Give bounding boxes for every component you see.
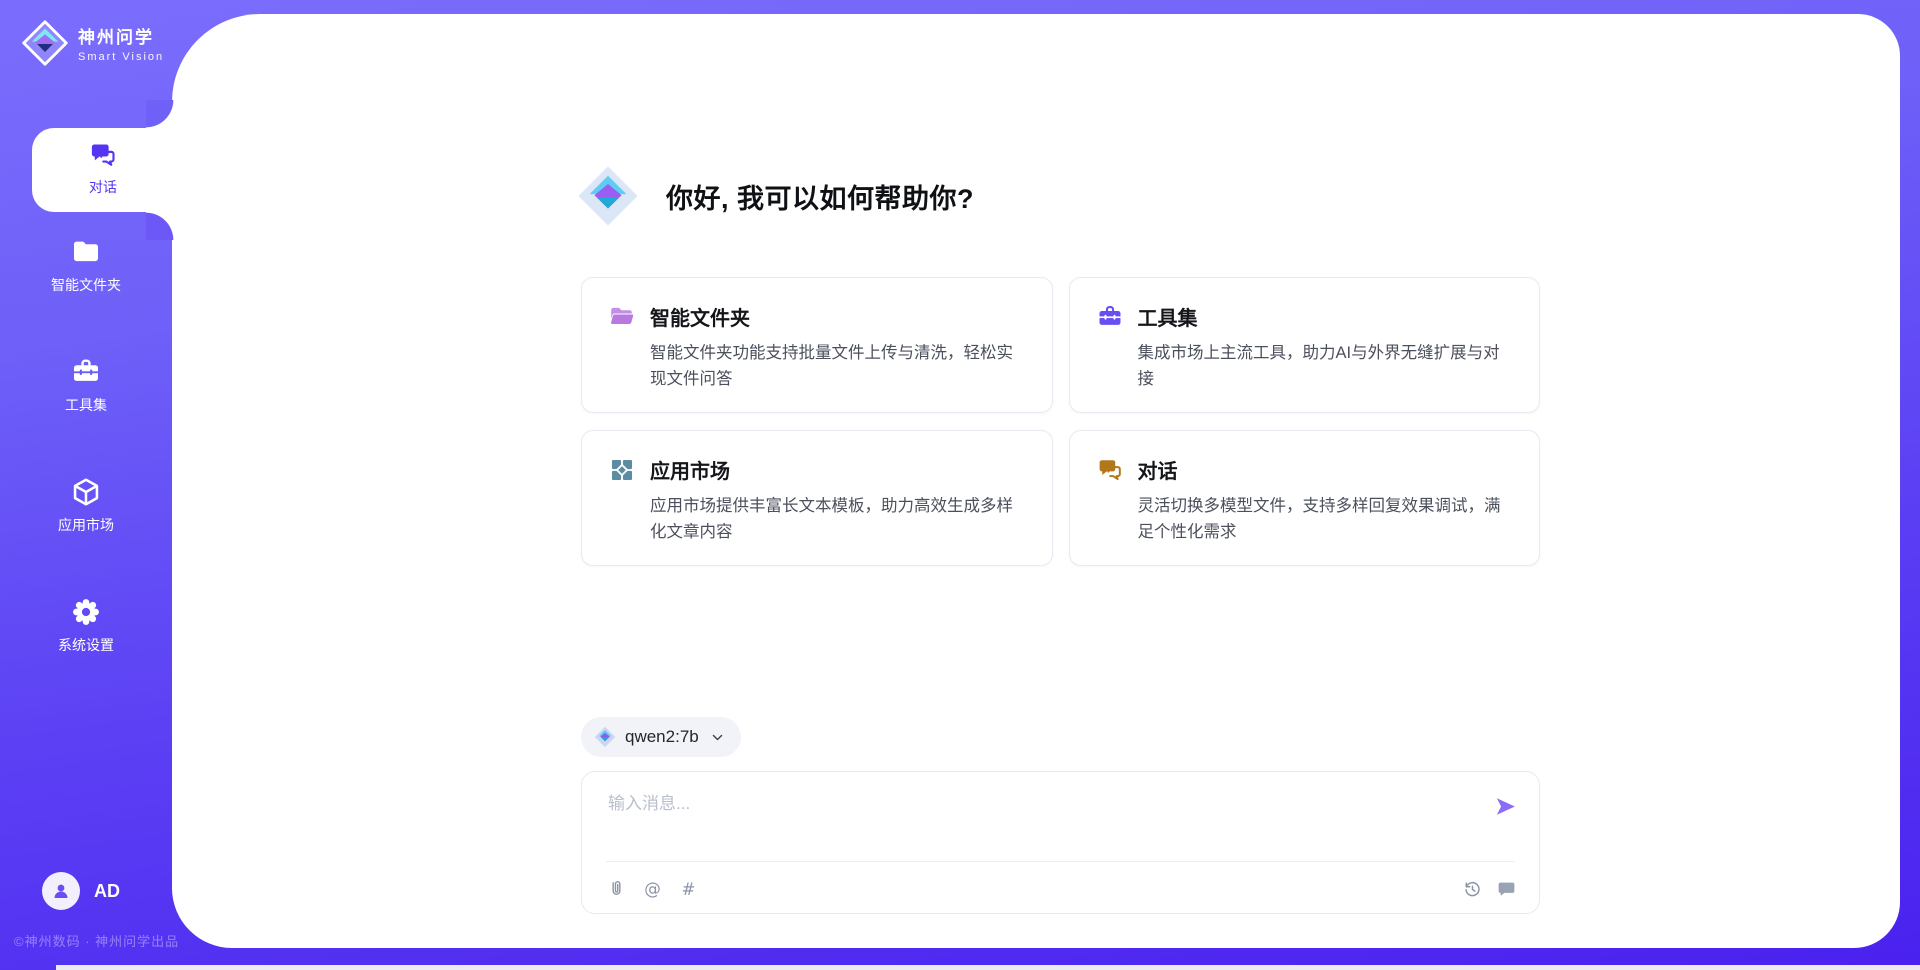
sidebar-item-label: 对话 — [32, 177, 174, 197]
sidebar-item-label: 智能文件夹 — [0, 275, 172, 295]
card-app-market[interactable]: 应用市场 应用市场提供丰富长文本模板，助力高效生成多样化文章内容 — [581, 430, 1053, 566]
chat-icon — [88, 140, 118, 170]
mention-icon[interactable]: @ — [642, 879, 663, 900]
folder-icon — [70, 236, 102, 268]
card-description: 应用市场提供丰富长文本模板，助力高效生成多样化文章内容 — [650, 494, 1026, 545]
feature-cards: 智能文件夹 智能文件夹功能支持批量文件上传与清洗，轻松实现文件问答 工具集 集成… — [581, 277, 1540, 566]
user-profile[interactable]: AD — [42, 872, 120, 910]
folder-open-icon — [608, 303, 636, 331]
hero-diamond-icon — [576, 164, 640, 228]
history-icon[interactable] — [1462, 879, 1483, 900]
chat-icon — [1096, 456, 1124, 484]
sidebar-item-smart-folder[interactable]: 智能文件夹 — [0, 236, 172, 295]
attachment-icon[interactable] — [606, 879, 627, 900]
sidebar-item-label: 工具集 — [0, 395, 172, 415]
sidebar-item-label: 应用市场 — [0, 515, 172, 535]
grid-icon — [608, 456, 636, 484]
card-smart-folder[interactable]: 智能文件夹 智能文件夹功能支持批量文件上传与清洗，轻松实现文件问答 — [581, 277, 1053, 413]
person-icon — [49, 879, 73, 903]
user-initials: AD — [94, 881, 120, 902]
svg-text:#: # — [682, 880, 696, 899]
sidebar-item-chat[interactable]: 对话 — [32, 128, 174, 212]
greeting-title: 你好, 我可以如何帮助你? — [666, 177, 974, 216]
toolbox-icon — [70, 356, 102, 388]
brand-subtitle: Smart Vision — [78, 51, 164, 63]
sidebar-item-toolset[interactable]: 工具集 — [0, 356, 172, 415]
tab-fillet-top — [146, 100, 174, 128]
avatar — [42, 872, 80, 910]
brand-logo-diamond-icon — [22, 20, 68, 66]
model-selector[interactable]: qwen2:7b — [581, 717, 741, 757]
message-input[interactable] — [608, 789, 1448, 851]
chevron-down-icon — [710, 730, 725, 745]
toolbox-icon — [1096, 303, 1124, 331]
sidebar-item-app-market[interactable]: 应用市场 — [0, 476, 172, 535]
message-composer: @ # — [581, 771, 1540, 914]
card-title: 应用市场 — [650, 455, 730, 484]
brand: 神州问学 Smart Vision — [22, 20, 164, 66]
cube-icon — [70, 476, 102, 508]
card-description: 集成市场上主流工具，助力AI与外界无缝扩展与对接 — [1138, 341, 1514, 392]
greeting-header: 你好, 我可以如何帮助你? — [576, 164, 974, 228]
tab-fillet-bottom — [146, 212, 174, 240]
card-title: 对话 — [1138, 455, 1178, 484]
card-toolset[interactable]: 工具集 集成市场上主流工具，助力AI与外界无缝扩展与对接 — [1069, 277, 1541, 413]
composer-divider — [606, 861, 1515, 862]
card-chat[interactable]: 对话 灵活切换多模型文件，支持多样回复效果调试，满足个性化需求 — [1069, 430, 1541, 566]
card-description: 灵活切换多模型文件，支持多样回复效果调试，满足个性化需求 — [1138, 494, 1514, 545]
send-icon[interactable] — [1494, 795, 1517, 818]
model-diamond-icon — [594, 726, 616, 748]
gear-icon — [70, 596, 102, 628]
chat-bubble-icon[interactable] — [1496, 879, 1517, 900]
sidebar-item-label: 系统设置 — [0, 635, 172, 655]
brand-name: 神州问学 — [78, 23, 164, 48]
sidebar-item-settings[interactable]: 系统设置 — [0, 596, 172, 655]
card-title: 智能文件夹 — [650, 302, 750, 331]
horizontal-scrollbar[interactable] — [56, 965, 1920, 970]
card-title: 工具集 — [1138, 302, 1198, 331]
copyright-note: ©神州数码 · 神州问学出品 — [14, 931, 179, 950]
model-name: qwen2:7b — [625, 727, 699, 747]
card-description: 智能文件夹功能支持批量文件上传与清洗，轻松实现文件问答 — [650, 341, 1026, 392]
hashtag-icon[interactable]: # — [678, 879, 699, 900]
svg-text:@: @ — [644, 879, 661, 898]
